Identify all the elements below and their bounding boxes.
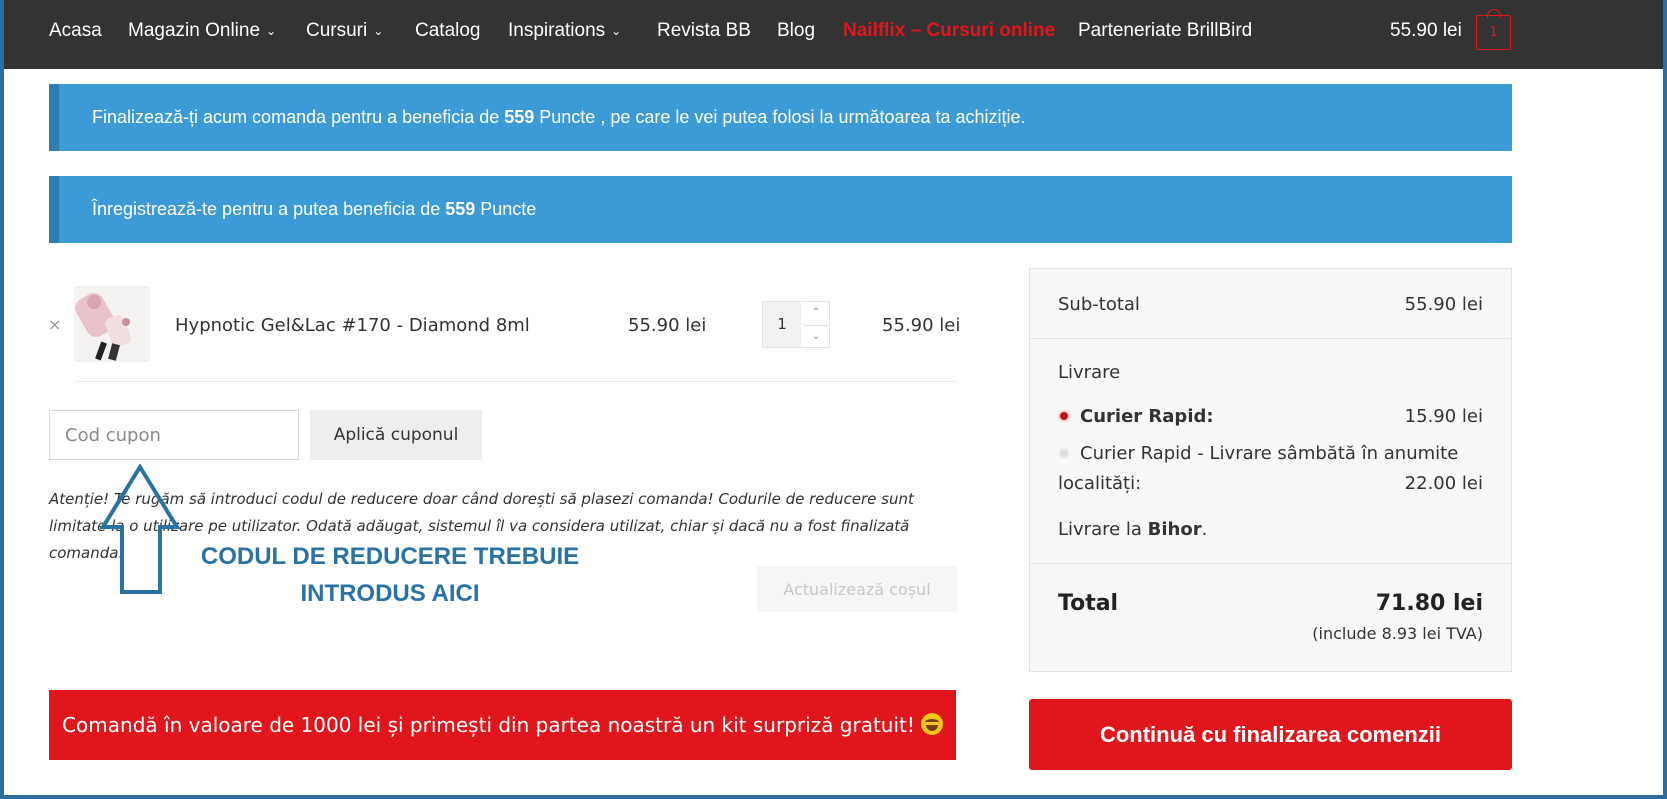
banner-text: Puncte: [475, 199, 537, 219]
delivery-text: Livrare la: [1058, 519, 1148, 540]
divider: [1030, 338, 1511, 339]
register-info-banner: Înregistrează-te pentru a putea benefici…: [49, 176, 1512, 243]
chevron-down-icon: ⌄: [611, 23, 622, 38]
radio-unselected-icon[interactable]: [1058, 447, 1070, 459]
banner-text: Puncte , pe care le vei putea folosi la …: [534, 107, 1026, 127]
top-navigation: Acasa Magazin Online ⌄ Cursuri ⌄ Catalog I…: [0, 0, 1667, 69]
nav-item-blog[interactable]: Blog: [777, 20, 815, 42]
nav-item-acasa[interactable]: Acasa: [49, 20, 102, 42]
nav-label: Nailflix – Cursuri online: [843, 20, 1056, 41]
shipping-option-price: 15.90 lei: [1404, 406, 1483, 427]
product-name-link[interactable]: Hypnotic Gel&Lac #170 - Diamond 8ml: [175, 315, 530, 336]
nav-item-catalog[interactable]: Catalog: [415, 20, 481, 42]
proceed-to-checkout-button[interactable]: Continuă cu finalizarea comenzii: [1029, 699, 1512, 770]
update-cart-button[interactable]: Actualizează coșul: [757, 566, 957, 612]
banner-text: Finalizează-ți acum comanda pentru a ben…: [92, 107, 505, 127]
promo-text: Comandă în valoare de 1000 lei și primeș…: [62, 713, 915, 737]
subtotal-value: 55.90 lei: [1404, 294, 1483, 315]
subtotal-label: Sub-total: [1058, 294, 1140, 315]
quantity-input[interactable]: 1: [763, 302, 801, 347]
shipping-label: Livrare: [1058, 362, 1121, 383]
header-cart-total[interactable]: 55.90 lei: [1390, 20, 1462, 42]
annotation-line: INTRODUS AICI: [300, 580, 480, 607]
promo-banner: Comandă în valoare de 1000 lei și primeș…: [49, 690, 956, 760]
coupon-annotation: CODUL DE REDUCERE TREBUIE INTRODUS AICI: [190, 538, 590, 612]
remove-item-button[interactable]: ×: [48, 315, 61, 334]
nav-label: Inspirations: [508, 20, 606, 41]
product-price: 55.90 lei: [628, 315, 707, 336]
nav-label: Parteneriate BrillBird: [1078, 20, 1253, 41]
total-value: 71.80 lei: [1375, 591, 1483, 616]
chevron-up-icon[interactable]: ⌃: [803, 302, 829, 324]
quantity-stepper[interactable]: 1 ⌃ ⌄: [762, 301, 830, 348]
total-label: Total: [1058, 591, 1119, 616]
smiling-face-emoji-icon: [920, 713, 943, 735]
subtotal-row: Sub-total 55.90 lei: [1058, 294, 1483, 315]
nav-item-revista-bb[interactable]: Revista BB: [657, 20, 751, 42]
chevron-down-icon[interactable]: ⌄: [803, 325, 829, 347]
nav-label: Revista BB: [657, 20, 751, 41]
apply-coupon-button[interactable]: Aplică cuponul: [310, 410, 482, 460]
delivery-region: Bihor: [1147, 519, 1202, 540]
coupon-code-input[interactable]: [49, 410, 299, 460]
points-info-banner: Finalizează-ți acum comanda pentru a ben…: [49, 84, 1512, 151]
nav-item-inspirations[interactable]: Inspirations ⌄: [508, 20, 621, 42]
points-value: 559: [445, 199, 476, 219]
shopping-bag-icon[interactable]: 1: [1476, 9, 1511, 50]
product-thumbnail[interactable]: [74, 286, 150, 362]
product-subtotal: 55.90 lei: [882, 315, 961, 336]
tva-note: (include 8.93 lei TVA): [1312, 624, 1483, 643]
nail-polish-bottle-icon: [74, 286, 150, 362]
divider: [1030, 563, 1511, 564]
banner-text: Înregistrează-te pentru a putea benefici…: [92, 199, 446, 219]
shipping-option-label: Curier Rapid - Livrare sâmbătă în anumit…: [1080, 443, 1459, 464]
shipping-option-label: localități:: [1058, 473, 1142, 494]
radio-selected-icon[interactable]: [1058, 410, 1070, 422]
points-value: 559: [504, 107, 535, 127]
chevron-down-icon: ⌄: [373, 23, 384, 38]
arrow-up-icon: [100, 464, 180, 594]
shipping-option-saturday[interactable]: Curier Rapid - Livrare sâmbătă în anumit…: [1058, 439, 1483, 499]
shipping-option-price: 22.00 lei: [1404, 473, 1483, 494]
shipping-option-courier[interactable]: Curier Rapid: 15.90 lei: [1058, 406, 1483, 427]
total-row: Total 71.80 lei: [1058, 591, 1483, 616]
delivery-text: .: [1201, 519, 1208, 540]
cart-totals-box: Sub-total 55.90 lei Livrare Curier Rapid…: [1029, 268, 1512, 672]
nav-label: Blog: [777, 20, 816, 41]
row-divider: [74, 381, 958, 382]
cart-count-badge: 1: [1489, 25, 1498, 40]
nav-item-magazin-online[interactable]: Magazin Online ⌄: [128, 20, 276, 42]
nav-label: Catalog: [415, 20, 481, 41]
nav-label: Cursuri: [306, 20, 368, 41]
shipping-option-label: Curier Rapid:: [1080, 406, 1214, 427]
nav-label: Magazin Online: [128, 20, 261, 41]
delivery-destination: Livrare la Bihor.: [1058, 519, 1483, 540]
nav-label: Acasa: [49, 20, 102, 41]
chevron-down-icon: ⌄: [266, 23, 277, 38]
nav-item-cursuri[interactable]: Cursuri ⌄: [306, 20, 383, 42]
nav-item-nailflix[interactable]: Nailflix – Cursuri online: [843, 20, 1055, 42]
annotation-line: CODUL DE REDUCERE TREBUIE: [200, 543, 580, 570]
nav-item-parteneriate[interactable]: Parteneriate BrillBird: [1078, 20, 1252, 42]
